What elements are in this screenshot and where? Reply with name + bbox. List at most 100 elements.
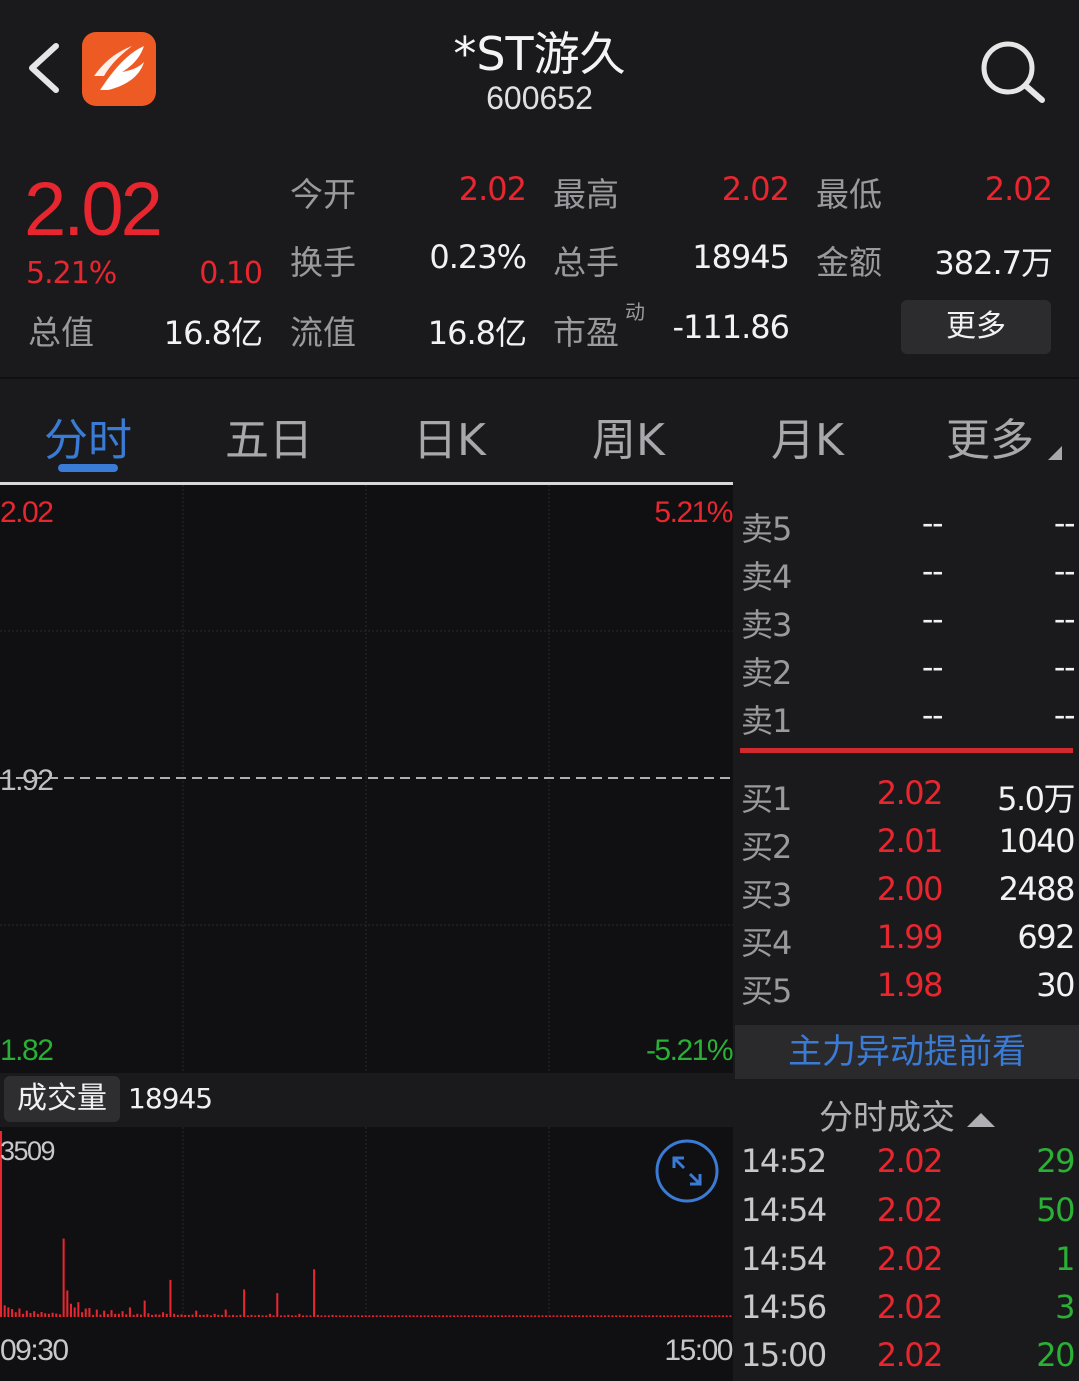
volume-bar: [209, 1315, 212, 1317]
bid-price: 1.98: [876, 966, 944, 1004]
pct-low-label: -5.21%: [645, 1034, 734, 1067]
volume-bar: [353, 1315, 356, 1317]
bid-label: 买5: [741, 972, 792, 1010]
tab-monthly-k[interactable]: 月K: [771, 404, 844, 468]
time-end-label: 15:00: [664, 1334, 733, 1367]
volume-bar: [73, 1307, 76, 1317]
fullscreen-button[interactable]: [654, 1138, 720, 1204]
volume-bar: [412, 1315, 415, 1317]
search-icon: [981, 41, 1045, 103]
volume-axis-max: 3509: [0, 1136, 56, 1166]
tick-volume: 20: [1036, 1336, 1075, 1374]
volume-bar: [530, 1315, 533, 1317]
bid-label: 买4: [741, 924, 792, 962]
main-force-promo-button[interactable]: 主力异动提前看: [735, 1025, 1079, 1079]
volume-bar: [460, 1315, 463, 1317]
volume-bar: [666, 1315, 669, 1317]
volume-bar: [316, 1314, 319, 1317]
ask-label: 卖4: [741, 558, 792, 596]
volume-bar: [445, 1315, 448, 1317]
volume-bar: [114, 1313, 117, 1317]
volume-bar: [626, 1315, 629, 1317]
volume-bar: [427, 1315, 430, 1317]
tab-daily-k[interactable]: 日K: [413, 404, 486, 468]
volume-bar: [523, 1315, 526, 1317]
tab-more[interactable]: 更多: [946, 404, 1034, 468]
tick-volume: 29: [1036, 1142, 1075, 1180]
volume-bar: [718, 1315, 721, 1317]
header-bar: *ST游久 600652: [0, 0, 1079, 140]
high-value: 2.02: [721, 170, 790, 208]
ticks-header-label: 分时成交: [819, 1098, 955, 1138]
volume-bar: [235, 1315, 238, 1317]
volume-bar: [372, 1315, 375, 1317]
tab-five-day[interactable]: 五日: [225, 404, 313, 468]
volume-bar: [589, 1315, 592, 1317]
volume-bar: [633, 1315, 636, 1317]
volume-bar: [611, 1315, 614, 1317]
ask-volume: --: [1053, 648, 1076, 686]
bid-volume: 30: [1036, 966, 1075, 1004]
volume-bar: [405, 1315, 408, 1317]
volume-bar: [375, 1315, 378, 1317]
volume-indicator-button[interactable]: 成交量: [4, 1076, 120, 1122]
volume-bar: [14, 1312, 17, 1317]
volume-bar: [607, 1315, 610, 1317]
volume-bar: [7, 1307, 10, 1317]
pe-dynamic-marker: 动: [625, 300, 645, 324]
more-quote-button[interactable]: 更多: [901, 300, 1051, 354]
volume-bar: [132, 1314, 135, 1317]
volume-bar: [246, 1315, 249, 1317]
volume-bar: [500, 1315, 503, 1317]
order-book-divider: [740, 748, 1073, 753]
volume-bar: [574, 1315, 577, 1317]
tab-intraday[interactable]: 分时: [44, 404, 132, 468]
volume-bar: [401, 1315, 404, 1317]
volume-bar: [298, 1313, 301, 1317]
volume-bar: [103, 1310, 106, 1317]
volume-bar: [243, 1289, 246, 1317]
volume-bar: [637, 1315, 640, 1317]
volume-bar: [33, 1311, 36, 1317]
ask-label: 卖1: [741, 702, 792, 740]
volume-bar: [537, 1315, 540, 1317]
bid-price: 2.00: [876, 870, 944, 908]
volume-bar: [648, 1315, 651, 1317]
volume-bar: [618, 1315, 621, 1317]
volume-bar: [655, 1315, 658, 1317]
total-volume-value: 18945: [692, 238, 790, 276]
volume-bar: [198, 1314, 201, 1317]
turnover-label: 换手: [290, 243, 356, 282]
ask-price: --: [921, 648, 944, 686]
volume-bar: [180, 1314, 183, 1317]
volume-bar: [77, 1302, 80, 1317]
search-button[interactable]: [976, 36, 1048, 108]
volume-bar: [471, 1315, 474, 1317]
ask-volume: --: [1053, 600, 1076, 638]
volume-bar: [703, 1315, 706, 1317]
volume-bar: [456, 1315, 459, 1317]
tab-weekly-k[interactable]: 周K: [592, 404, 665, 468]
volume-bar: [147, 1313, 150, 1317]
tick-price: 2.02: [876, 1142, 944, 1180]
volume-bar: [69, 1303, 73, 1317]
volume-bar: [272, 1315, 275, 1317]
ask-price: --: [921, 504, 944, 542]
volume-bar: [206, 1314, 209, 1317]
volume-bar: [674, 1315, 677, 1317]
volume-bar: [714, 1315, 717, 1317]
volume-bar: [430, 1315, 433, 1317]
volume-bar: [320, 1315, 323, 1317]
volume-bar: [202, 1314, 205, 1317]
volume-bar: [707, 1315, 710, 1317]
tick-price: 2.02: [876, 1191, 944, 1229]
ticks-header[interactable]: 分时成交: [735, 1090, 1079, 1139]
volume-bar: [688, 1315, 691, 1317]
volume-bar: [106, 1314, 109, 1317]
volume-bar: [11, 1309, 14, 1317]
volume-bar: [696, 1315, 699, 1317]
volume-bar: [397, 1315, 400, 1317]
tick-time: 14:52: [741, 1142, 827, 1180]
volume-bar: [290, 1315, 294, 1317]
volume-bar: [423, 1315, 426, 1317]
